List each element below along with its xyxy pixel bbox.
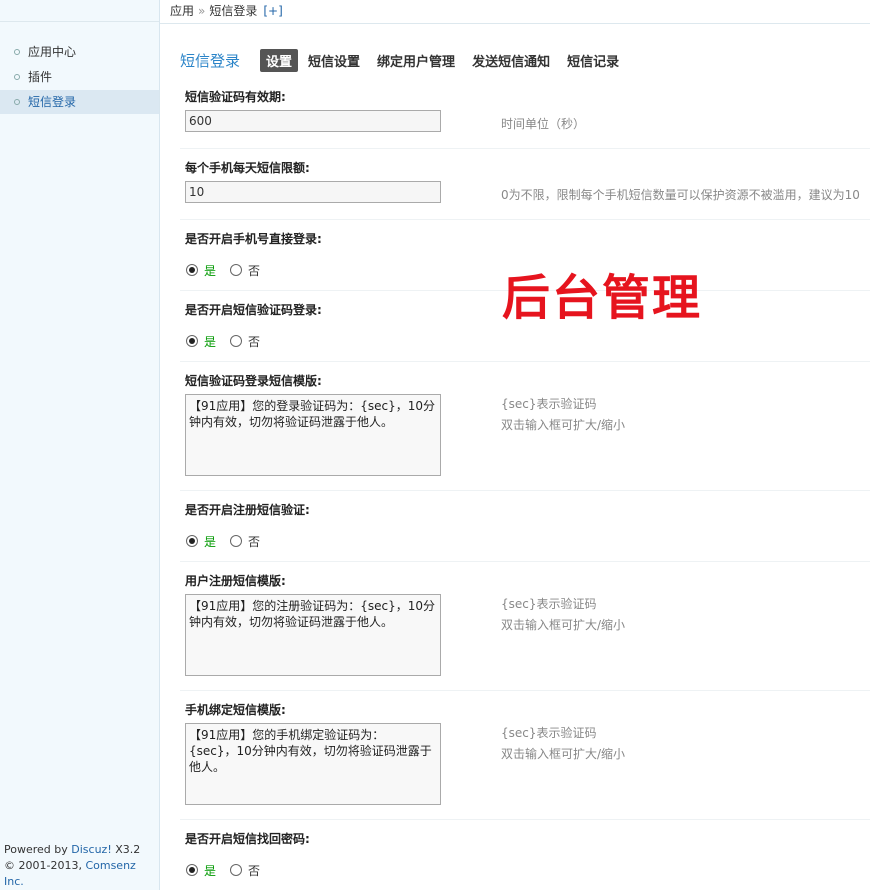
radio-no[interactable] <box>230 864 243 876</box>
radio-no-label: 否 <box>248 334 261 349</box>
bullet-icon <box>14 74 20 80</box>
bullet-icon <box>14 99 20 105</box>
sidebar-item-sms-login[interactable]: 短信登录 <box>0 90 159 114</box>
radio-no[interactable] <box>230 264 243 276</box>
tip-line: 双击输入框可扩大/缩小 <box>501 418 626 432</box>
radio-group: 是 否 <box>180 852 870 888</box>
setting-register-verify: 是否开启注册短信验证: 是 否 <box>180 491 870 562</box>
tab-sms-settings[interactable]: 短信设置 <box>308 51 360 70</box>
setting-field: 【91应用】您的手机绑定验证码为： {sec}，10分钟内有效，切勿将验证码泄露… <box>180 723 870 808</box>
tab-bound-users[interactable]: 绑定用户管理 <box>377 51 455 70</box>
setting-field: 【91应用】您的登录验证码为：{sec}，10分钟内有效，切勿将验证码泄露于他人… <box>180 394 870 479</box>
setting-expiry: 短信验证码有效期: 时间单位（秒） <box>180 78 870 149</box>
version-text: X3.2 <box>111 843 141 856</box>
radio-group: 是 否 <box>180 523 870 559</box>
sidebar-menu: 应用中心 插件 短信登录 <box>0 40 159 114</box>
tip-line: {sec}表示验证码 <box>501 597 597 611</box>
daily-limit-input[interactable] <box>185 181 441 203</box>
tip-line: {sec}表示验证码 <box>501 726 597 740</box>
setting-tip: 时间单位（秒） <box>501 117 586 131</box>
sidebar-footer: Powered by Discuz! X3.2 © 2001-2013, Com… <box>4 842 159 890</box>
radio-no[interactable] <box>230 335 243 347</box>
setting-daily-limit: 每个手机每天短信限额: 0为不限，限制每个手机短信数量可以保护资源不被滥用，建议… <box>180 149 870 220</box>
sidebar-item-app-center[interactable]: 应用中心 <box>0 40 159 64</box>
tab-send-notification[interactable]: 发送短信通知 <box>472 51 550 70</box>
tip-line: {sec}表示验证码 <box>501 397 597 411</box>
setting-bind-template: 手机绑定短信模版: 【91应用】您的手机绑定验证码为： {sec}，10分钟内有… <box>180 691 870 820</box>
tab-settings[interactable]: 设置 <box>260 48 299 72</box>
radio-group: 是 否 <box>180 323 870 359</box>
radio-no[interactable] <box>230 535 243 547</box>
sidebar-item-plugins[interactable]: 插件 <box>0 65 159 89</box>
radio-yes[interactable] <box>186 264 198 276</box>
overlay-caption: 后台管理 <box>502 270 703 326</box>
setting-label: 是否开启注册短信验证: <box>185 503 310 517</box>
setting-register-template: 用户注册短信模版: 【91应用】您的注册验证码为：{sec}，10分钟内有效，切… <box>180 562 870 691</box>
setting-tip: 0为不限，限制每个手机短信数量可以保护资源不被滥用，建议为10 <box>501 188 860 202</box>
breadcrumb: 应用 » 短信登录 [+] <box>160 0 870 24</box>
expiry-input[interactable] <box>185 110 441 132</box>
breadcrumb-current: 短信登录 <box>209 4 258 18</box>
setting-label: 是否开启短信找回密码: <box>185 832 310 846</box>
setting-tip: {sec}表示验证码双击输入框可扩大/缩小 <box>501 394 625 436</box>
discuz-link[interactable]: Discuz! <box>71 843 111 856</box>
setting-field: 时间单位（秒） <box>180 110 870 132</box>
breadcrumb-root[interactable]: 应用 <box>170 4 194 18</box>
radio-yes[interactable] <box>186 335 198 347</box>
radio-yes[interactable] <box>186 864 198 876</box>
breadcrumb-separator: » <box>198 4 206 18</box>
setting-label: 短信验证码有效期: <box>185 90 286 104</box>
setting-recover-password: 是否开启短信找回密码: 是 否 <box>180 820 870 890</box>
sidebar-item-label: 应用中心 <box>28 45 77 59</box>
setting-label: 是否开启手机号直接登录: <box>185 232 322 246</box>
tip-line: 双击输入框可扩大/缩小 <box>501 618 626 632</box>
sidebar-item-label: 插件 <box>28 70 53 84</box>
copyright-text: © 2001-2013, <box>4 859 86 872</box>
setting-field: 0为不限，限制每个手机短信数量可以保护资源不被滥用，建议为10 <box>180 181 870 203</box>
setting-label: 手机绑定短信模版: <box>185 703 286 717</box>
bullet-icon <box>14 49 20 55</box>
tab-sms-log[interactable]: 短信记录 <box>567 51 619 70</box>
tab-bar: 短信登录 设置 短信设置 绑定用户管理 发送短信通知 短信记录 <box>180 24 870 78</box>
radio-yes-label: 是 <box>204 334 217 349</box>
setting-login-template: 短信验证码登录短信模版: 【91应用】您的登录验证码为：{sec}，10分钟内有… <box>180 362 870 491</box>
radio-yes[interactable] <box>186 535 198 547</box>
radio-no-label: 否 <box>248 534 261 549</box>
setting-label: 用户注册短信模版: <box>185 574 286 588</box>
radio-no-label: 否 <box>248 863 261 878</box>
setting-tip: {sec}表示验证码双击输入框可扩大/缩小 <box>501 723 625 765</box>
sidebar-item-label: 短信登录 <box>28 95 77 109</box>
radio-yes-label: 是 <box>204 534 217 549</box>
add-shortcut-button[interactable]: [+] <box>263 4 282 18</box>
radio-no-label: 否 <box>248 263 261 278</box>
tip-line: 双击输入框可扩大/缩小 <box>501 747 626 761</box>
radio-yes-label: 是 <box>204 863 217 878</box>
register-template-textarea[interactable]: 【91应用】您的注册验证码为：{sec}，10分钟内有效，切勿将验证码泄露于他人… <box>185 594 441 676</box>
sidebar: 应用中心 插件 短信登录 Powered by Discuz! X3.2 © 2… <box>0 0 160 890</box>
setting-label: 每个手机每天短信限额: <box>185 161 310 175</box>
setting-tip: {sec}表示验证码双击输入框可扩大/缩小 <box>501 594 625 636</box>
sidebar-top-strip <box>0 0 159 22</box>
radio-yes-label: 是 <box>204 263 217 278</box>
bind-template-textarea[interactable]: 【91应用】您的手机绑定验证码为： {sec}，10分钟内有效，切勿将验证码泄露… <box>185 723 441 805</box>
powered-by-text: Powered by <box>4 843 72 856</box>
setting-field: 【91应用】您的注册验证码为：{sec}，10分钟内有效，切勿将验证码泄露于他人… <box>180 594 870 679</box>
page-title: 短信登录 <box>180 51 241 70</box>
login-template-textarea[interactable]: 【91应用】您的登录验证码为：{sec}，10分钟内有效，切勿将验证码泄露于他人… <box>185 394 441 476</box>
main-content: 短信登录 设置 短信设置 绑定用户管理 发送短信通知 短信记录 短信验证码有效期… <box>160 24 870 890</box>
setting-label: 短信验证码登录短信模版: <box>185 374 322 388</box>
